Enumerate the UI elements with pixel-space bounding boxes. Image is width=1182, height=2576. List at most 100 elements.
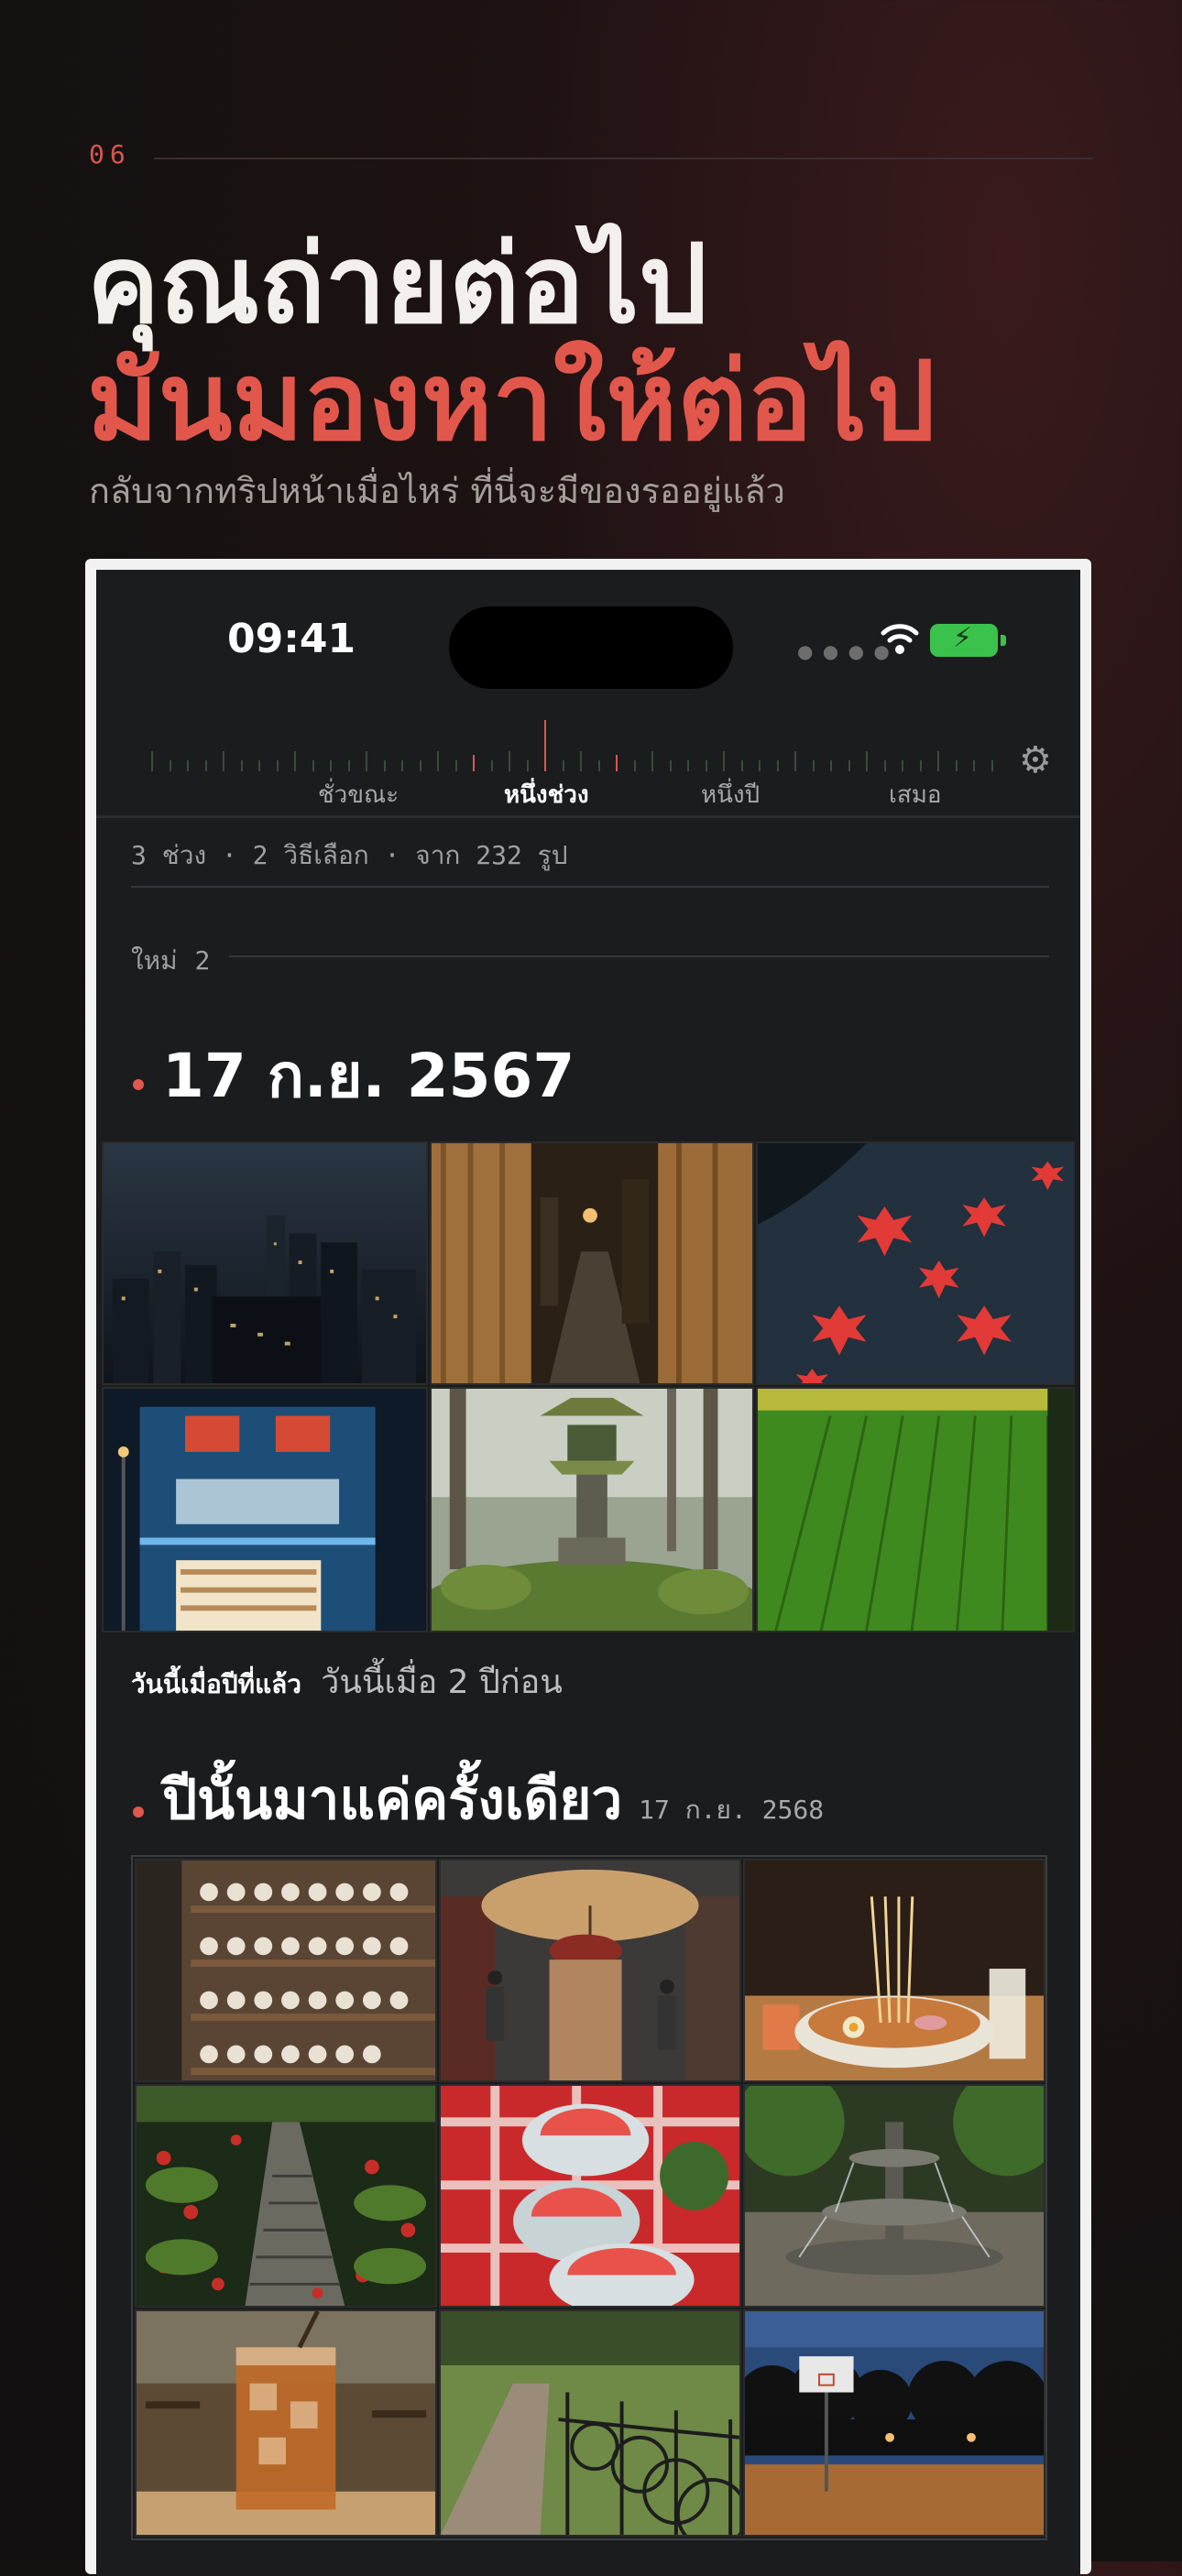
ruler-tick xyxy=(830,760,832,771)
headline-line-1: คุณถ่ายต่อไป xyxy=(87,221,708,347)
ruler-tick xyxy=(454,760,457,771)
timeline-ruler[interactable] xyxy=(133,707,1012,771)
ruler-tick xyxy=(740,760,743,771)
ruler-tick xyxy=(705,760,707,771)
ruler-tick xyxy=(544,720,546,771)
photo-bicycles[interactable] xyxy=(439,2309,741,2537)
ruler-tick xyxy=(169,760,171,771)
phone-frame: 09:41 ● ● ● ● ⚡ ⚙ ชั่วขณะ หนึ่งช่วง หนึ่… xyxy=(85,559,1091,2576)
tab-year[interactable]: หนึ่งปี xyxy=(701,776,760,813)
ruler-tick xyxy=(419,760,421,771)
new-section-label: ใหม่ 2 xyxy=(131,941,210,981)
ruler-tick xyxy=(919,760,922,771)
photo-convenience-store[interactable] xyxy=(102,1387,428,1632)
tab-always[interactable]: เสมอ xyxy=(889,776,942,813)
ruler-tick xyxy=(509,751,510,771)
step-divider xyxy=(154,158,1093,159)
ruler-tick xyxy=(669,760,672,771)
ruler-tick xyxy=(187,760,189,771)
photo-basketball-court[interactable] xyxy=(743,2309,1045,2537)
ruler-tick xyxy=(347,760,350,771)
ruler-tick xyxy=(759,760,761,771)
status-time: 09:41 xyxy=(227,616,356,662)
photo-moss-lantern[interactable] xyxy=(430,1387,754,1632)
ruler-tick xyxy=(312,760,314,771)
tab-divider xyxy=(96,815,1080,818)
ruler-tick xyxy=(883,760,886,771)
ruler-tick xyxy=(812,760,815,771)
ruler-tick xyxy=(651,751,653,771)
step-number: 06 xyxy=(89,139,131,169)
ruler-tick xyxy=(366,751,367,771)
moment2-date: 17 ก.ย. 2568 xyxy=(639,1795,825,1825)
new-label: ใหม่ xyxy=(131,945,178,976)
moment1-date: 17 ก.ย. 2567 xyxy=(162,1041,575,1111)
ruler-tick xyxy=(955,760,958,771)
photo-maple-leaves[interactable] xyxy=(756,1141,1075,1385)
ruler-tick xyxy=(902,760,903,771)
memory-caption: วันนี้เมื่อปีที่แล้ว วันนี้เมื่อ 2 ปีก่อ… xyxy=(131,1655,563,1708)
ruler-tick xyxy=(240,760,243,771)
moment1-photo-grid xyxy=(102,1141,1075,1632)
status-icons: ● ● ● ● ⚡ xyxy=(797,620,1006,666)
photo-iced-tea[interactable] xyxy=(135,2309,437,2537)
summary-text: 3 ช่วง · 2 วิธีเลือก · จาก 232 รูป xyxy=(131,840,568,870)
photo-rice-field[interactable] xyxy=(756,1387,1075,1632)
ruler-tick xyxy=(937,751,939,771)
ruler-tick xyxy=(204,760,207,771)
ruler-tick xyxy=(294,751,296,771)
ruler-tick xyxy=(473,755,475,771)
tab-period[interactable]: หนึ่งช่วง xyxy=(504,776,589,813)
caption-kind: วันนี้เมื่อปีที่แล้ว xyxy=(131,1669,302,1699)
ruler-tick xyxy=(258,760,260,771)
photo-watermelon[interactable] xyxy=(439,2084,741,2308)
summary-divider xyxy=(131,886,1049,888)
caption-relative: วันนี้เมื่อ 2 ปีก่อน xyxy=(321,1664,563,1701)
photo-ceramic-cups[interactable] xyxy=(135,1859,437,2082)
ruler-tick xyxy=(437,751,439,771)
ruler-tick xyxy=(490,760,493,771)
new-count: 2 xyxy=(194,945,211,976)
gear-icon[interactable]: ⚙ xyxy=(1019,739,1052,781)
wifi-icon xyxy=(881,624,919,654)
moment2-title: ปีนั้นมาแค่ครั้งเดียว xyxy=(162,1768,623,1832)
ruler-tick xyxy=(562,760,564,771)
ruler-tick xyxy=(794,751,796,771)
subtitle: กลับจากทริปหน้าเมื่อไหร่ ที่นี่จะมีของรอ… xyxy=(89,471,786,511)
photo-stone-path[interactable] xyxy=(135,2084,437,2308)
moment2-heading: ปีนั้นมาแค่ครั้งเดียว 17 ก.ย. 2568 xyxy=(162,1756,824,1843)
dynamic-island xyxy=(449,606,733,689)
photo-city-night[interactable] xyxy=(102,1141,428,1385)
moment1-bullet xyxy=(133,1079,144,1090)
photo-alley-curtains[interactable] xyxy=(430,1141,754,1385)
moment2-photo-grid xyxy=(131,1855,1047,2540)
ruler-tick xyxy=(633,760,636,771)
ruler-tick xyxy=(866,751,868,771)
ruler-tick xyxy=(276,760,279,771)
ruler-tick xyxy=(687,760,689,771)
phone-screen: 09:41 ● ● ● ● ⚡ ⚙ ชั่วขณะ หนึ่งช่วง หนึ่… xyxy=(96,570,1080,2576)
ruler-tick xyxy=(616,755,618,771)
tab-moment[interactable]: ชั่วขณะ xyxy=(318,776,399,813)
ruler-tick xyxy=(776,760,779,771)
ruler-tick xyxy=(526,760,529,771)
ruler-tick xyxy=(223,751,224,771)
photo-umbrella-street[interactable] xyxy=(439,1859,741,2082)
ruler-tick xyxy=(848,760,850,771)
moment2-bullet xyxy=(133,1806,144,1817)
signal-dots-icon: ● ● ● ● xyxy=(797,640,892,662)
new-section-rule xyxy=(229,955,1049,957)
ruler-tick xyxy=(330,760,332,771)
headline-line-2: มันมองหาให้ต่อไป xyxy=(87,338,936,464)
photo-ramen[interactable] xyxy=(743,1859,1045,2082)
charging-bolt-icon: ⚡ xyxy=(953,622,973,654)
ruler-tick xyxy=(597,760,600,771)
photo-fountain[interactable] xyxy=(743,2084,1045,2308)
ruler-tick xyxy=(990,760,993,771)
ruler-tick xyxy=(151,751,153,771)
ruler-tick xyxy=(723,751,725,771)
ruler-tick xyxy=(401,760,403,771)
ruler-tick xyxy=(580,751,582,771)
battery-tip xyxy=(1001,635,1006,646)
ruler-tick xyxy=(973,760,975,771)
